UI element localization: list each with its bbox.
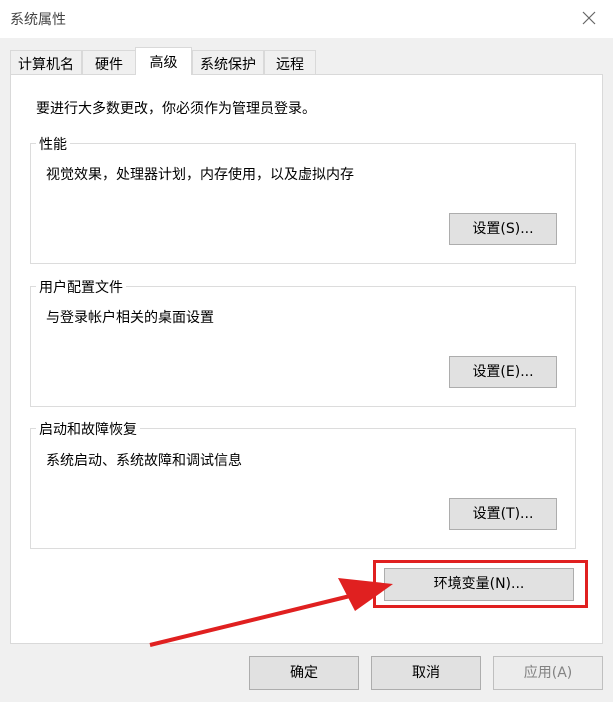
group-title-performance: 性能 xyxy=(36,134,70,154)
tab-remote[interactable]: 远程 xyxy=(264,50,316,74)
title-bar: 系统属性 xyxy=(0,0,613,38)
user-profiles-settings-button[interactable]: 设置(E)... xyxy=(449,356,557,388)
highlight-box xyxy=(373,560,588,608)
button-label: 设置(E)... xyxy=(472,364,534,380)
button-label: 确定 xyxy=(290,665,318,681)
admin-notice: 要进行大多数更改，你必须作为管理员登录。 xyxy=(36,101,316,117)
button-label: 设置(T)... xyxy=(472,506,534,522)
close-icon[interactable] xyxy=(579,8,599,28)
cancel-button[interactable]: 取消 xyxy=(371,656,481,690)
window-title: 系统属性 xyxy=(10,12,66,28)
tab-computer-name[interactable]: 计算机名 xyxy=(10,50,82,74)
group-desc-user-profiles: 与登录帐户相关的桌面设置 xyxy=(46,310,214,326)
startup-recovery-settings-button[interactable]: 设置(T)... xyxy=(449,498,557,530)
tab-label: 高级 xyxy=(149,55,178,71)
button-label: 取消 xyxy=(412,665,440,681)
tab-advanced[interactable]: 高级 xyxy=(135,47,192,75)
performance-settings-button[interactable]: 设置(S)... xyxy=(449,213,557,245)
tab-label: 系统保护 xyxy=(200,57,256,73)
tab-label: 远程 xyxy=(276,57,304,73)
group-title-user-profiles: 用户配置文件 xyxy=(36,277,126,297)
tab-label: 计算机名 xyxy=(18,57,74,73)
button-label: 应用(A) xyxy=(523,665,573,681)
tab-system-protection[interactable]: 系统保护 xyxy=(192,50,264,74)
group-desc-performance: 视觉效果，处理器计划，内存使用，以及虚拟内存 xyxy=(46,167,354,183)
ok-button[interactable]: 确定 xyxy=(249,656,359,690)
apply-button[interactable]: 应用(A) xyxy=(493,656,603,690)
group-user-profiles xyxy=(30,286,576,407)
group-desc-startup-recovery: 系统启动、系统故障和调试信息 xyxy=(46,453,242,469)
group-startup-recovery xyxy=(30,428,576,549)
group-performance xyxy=(30,143,576,264)
group-title-startup-recovery: 启动和故障恢复 xyxy=(36,419,140,439)
button-label: 设置(S)... xyxy=(472,221,534,237)
tab-hardware[interactable]: 硬件 xyxy=(82,50,136,74)
tab-label: 硬件 xyxy=(95,57,123,73)
